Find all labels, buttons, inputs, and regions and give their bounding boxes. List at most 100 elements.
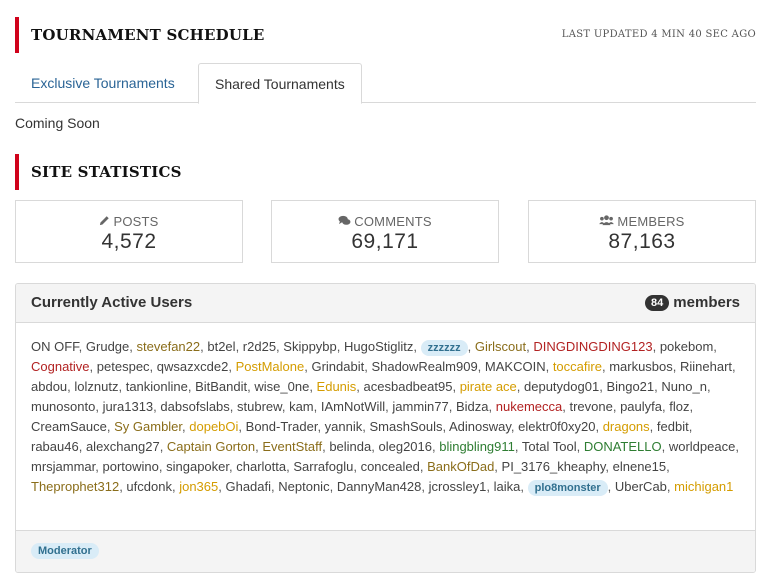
user-link[interactable]: elektr0f0xy20 xyxy=(518,419,595,434)
user-link[interactable]: singapoker xyxy=(166,459,229,474)
active-users-panel: Currently Active Users 84 members ON OFF,… xyxy=(15,283,756,573)
user-link[interactable]: pirate ace xyxy=(460,379,517,394)
comments-value: 69,171 xyxy=(351,230,419,253)
user-link[interactable]: Total Tool xyxy=(522,439,577,454)
user-link[interactable]: tankionline xyxy=(126,379,188,394)
user-link[interactable]: nukemecca xyxy=(496,399,562,414)
user-link[interactable]: blingbling911 xyxy=(439,439,515,454)
comments-stat: COMMENTS 69,171 xyxy=(271,200,499,263)
user-link[interactable]: Captain Gorton xyxy=(167,439,255,454)
user-link[interactable]: Grudge xyxy=(86,339,129,354)
user-link[interactable]: BankOfDad xyxy=(427,459,494,474)
user-link[interactable]: jammin77 xyxy=(392,399,448,414)
user-link[interactable]: DINGDINGDING123 xyxy=(533,339,652,354)
members-stat: MEMBERS 87,163 xyxy=(528,200,756,263)
user-link[interactable]: michigan1 xyxy=(674,479,733,494)
user-link[interactable]: dragons xyxy=(603,419,650,434)
user-link[interactable]: jon365 xyxy=(179,479,218,494)
user-link[interactable]: munosonto xyxy=(31,399,95,414)
user-link[interactable]: Nuno_n xyxy=(661,379,707,394)
user-link[interactable]: kam xyxy=(289,399,314,414)
user-link[interactable]: stevefan22 xyxy=(137,339,201,354)
panel-title: Currently Active Users xyxy=(31,294,193,311)
tab-exclusive-tournaments[interactable]: Exclusive Tournaments xyxy=(15,63,191,103)
tournament-schedule-header: TOURNAMENT SCHEDULE LAST UPDATED 4 MIN 4… xyxy=(15,17,756,53)
user-link[interactable]: MAKCOIN xyxy=(485,359,546,374)
tab-shared-tournaments[interactable]: Shared Tournaments xyxy=(198,63,362,104)
posts-stat: POSTS 4,572 xyxy=(15,200,243,263)
user-link[interactable]: IAmNotWill xyxy=(321,399,385,414)
user-link[interactable]: Edunis xyxy=(317,379,357,394)
user-link[interactable]: trevone xyxy=(569,399,612,414)
user-link[interactable]: Adinosway xyxy=(449,419,511,434)
user-link[interactable]: Theprophet312 xyxy=(31,479,119,494)
user-link[interactable]: stubrew xyxy=(237,399,282,414)
user-link[interactable]: plo8monster xyxy=(527,480,608,496)
user-link[interactable]: alexchang27 xyxy=(86,439,160,454)
user-link[interactable]: dopebOi xyxy=(189,419,238,434)
user-link[interactable]: Bidza xyxy=(456,399,489,414)
user-link[interactable]: Sarrafoglu xyxy=(293,459,353,474)
user-link[interactable]: jura1313 xyxy=(103,399,154,414)
user-link[interactable]: charlotta xyxy=(236,459,286,474)
user-link[interactable]: Neptonic xyxy=(278,479,329,494)
user-link[interactable]: rabau46 xyxy=(31,439,79,454)
user-link[interactable]: lolznutz xyxy=(74,379,118,394)
user-link[interactable]: acesbadbeat95 xyxy=(364,379,453,394)
user-link[interactable]: DannyMan428 xyxy=(337,479,422,494)
user-link[interactable]: abdou xyxy=(31,379,67,394)
user-link[interactable]: ShadowRealm909 xyxy=(371,359,477,374)
user-link[interactable]: ufcdonk xyxy=(126,479,172,494)
posts-label: POSTS xyxy=(113,214,159,229)
user-link[interactable]: CreamSauce xyxy=(31,419,107,434)
posts-value: 4,572 xyxy=(101,230,157,253)
user-link[interactable]: Ghadafi xyxy=(225,479,271,494)
user-link[interactable]: portowino xyxy=(103,459,159,474)
user-link[interactable]: mrsjammar xyxy=(31,459,95,474)
section-title: TOURNAMENT SCHEDULE xyxy=(31,26,265,44)
user-link[interactable]: Bond-Trader xyxy=(246,419,318,434)
user-link[interactable]: oleg2016 xyxy=(378,439,432,454)
user-link[interactable]: Skippybp xyxy=(283,339,336,354)
user-link[interactable]: PostMalone xyxy=(236,359,305,374)
user-link[interactable]: paulyfa xyxy=(620,399,662,414)
user-link[interactable]: HugoStiglitz xyxy=(344,339,413,354)
user-link[interactable]: Riinehart xyxy=(680,359,732,374)
user-link[interactable]: bt2el xyxy=(207,339,235,354)
user-link[interactable]: UberCab xyxy=(615,479,667,494)
user-link[interactable]: markusbos xyxy=(609,359,673,374)
user-link[interactable]: Sy Gambler xyxy=(114,419,182,434)
users-icon xyxy=(599,215,615,229)
user-link[interactable]: EventStaff xyxy=(262,439,322,454)
user-link[interactable]: BitBandit xyxy=(195,379,247,394)
user-link[interactable]: zzzzzz xyxy=(420,340,468,356)
last-updated-text: LAST UPDATED 4 MIN 40 SEC AGO xyxy=(561,29,756,40)
user-link[interactable]: toccafire xyxy=(553,359,602,374)
user-link[interactable]: deputydog01 xyxy=(524,379,599,394)
user-link[interactable]: petespec xyxy=(97,359,150,374)
members-value: 87,163 xyxy=(608,230,676,253)
user-link[interactable]: Cognative xyxy=(31,359,90,374)
user-link[interactable]: SmashSouls xyxy=(369,419,442,434)
user-link[interactable]: elnene15 xyxy=(613,459,667,474)
user-link[interactable]: concealed xyxy=(361,459,420,474)
user-link[interactable]: pokebom xyxy=(660,339,713,354)
user-link[interactable]: fedbit xyxy=(657,419,689,434)
user-link[interactable]: Grindabit xyxy=(311,359,364,374)
user-link[interactable]: floz xyxy=(669,399,689,414)
user-link[interactable]: Girlscout xyxy=(475,339,526,354)
user-link[interactable]: dabsofslabs xyxy=(160,399,229,414)
active-users-footer: Moderator xyxy=(16,530,755,572)
user-link[interactable]: PI_3176_kheaphy xyxy=(502,459,606,474)
user-link[interactable]: yannik xyxy=(325,419,363,434)
user-link[interactable]: DONATELLO xyxy=(584,439,662,454)
user-link[interactable]: r2d25 xyxy=(243,339,276,354)
user-link[interactable]: ON OFF xyxy=(31,339,79,354)
user-link[interactable]: wise_0ne xyxy=(254,379,309,394)
user-link[interactable]: jcrossley1 xyxy=(429,479,487,494)
user-link[interactable]: qwsazxcde2 xyxy=(157,359,229,374)
user-link[interactable]: Bingo21 xyxy=(606,379,654,394)
user-link[interactable]: laika xyxy=(494,479,521,494)
user-link[interactable]: worldpeace xyxy=(669,439,736,454)
user-link[interactable]: belinda xyxy=(329,439,371,454)
